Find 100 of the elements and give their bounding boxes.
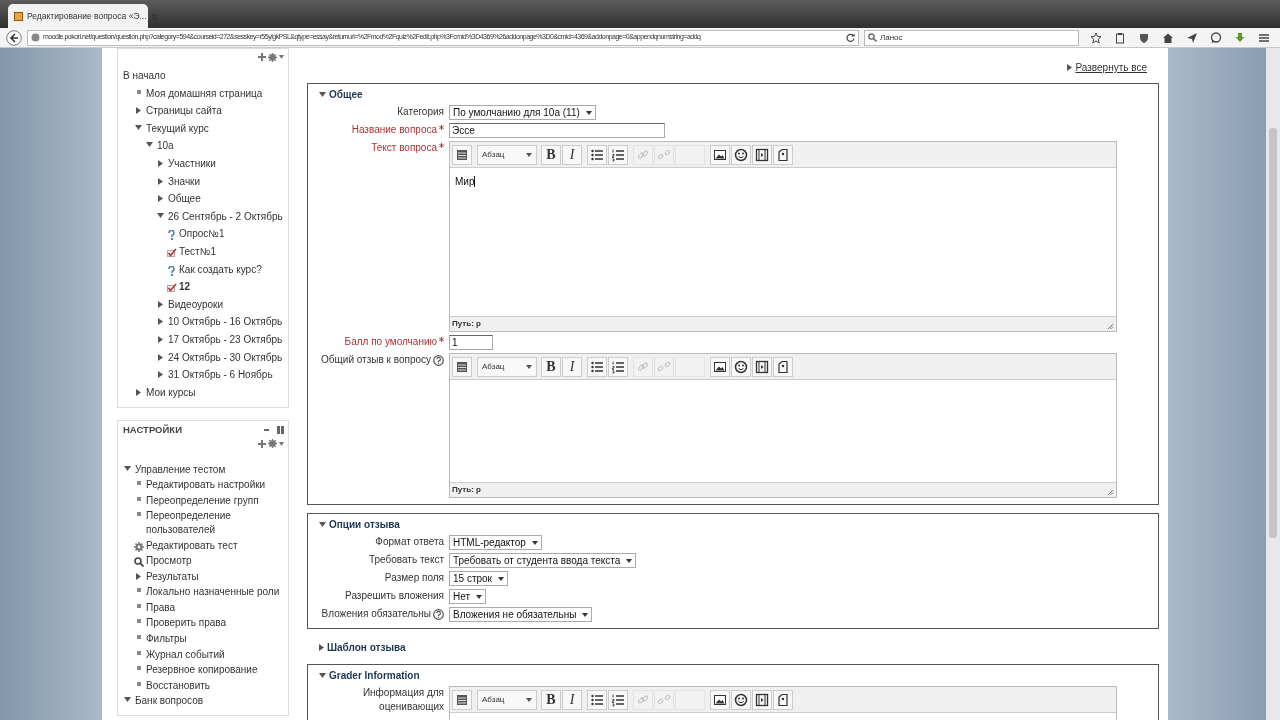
- smiley-button[interactable]: [731, 356, 751, 377]
- input-field[interactable]: Эссе: [449, 123, 665, 138]
- format-dropdown[interactable]: Абзац: [477, 144, 537, 165]
- reload-icon[interactable]: [846, 33, 855, 42]
- chat-icon[interactable]: [1210, 31, 1222, 44]
- tree-item[interactable]: Журнал событий: [146, 647, 225, 662]
- rich-text-editor[interactable]: Абзац B I Путь: p: [449, 353, 1117, 498]
- tree-item[interactable]: Просмотр: [146, 554, 192, 568]
- toolbar-toggle-button[interactable]: [452, 689, 472, 710]
- tree-item[interactable]: Редактировать настройки: [146, 478, 266, 492]
- input-field[interactable]: 1: [449, 335, 493, 350]
- dropdown[interactable]: По умолчанию для 10а (11): [449, 105, 596, 120]
- rich-text-editor[interactable]: Абзац B I: [449, 686, 1117, 720]
- collapsed-icon[interactable]: [158, 318, 163, 326]
- help-icon[interactable]: [433, 355, 444, 366]
- expanded-icon[interactable]: [319, 673, 326, 678]
- italic-button[interactable]: I: [562, 356, 582, 377]
- menu-icon[interactable]: [1258, 31, 1270, 44]
- move-icon[interactable]: [258, 439, 266, 448]
- tree-item[interactable]: Управление тестом: [135, 462, 226, 477]
- tree-item[interactable]: Моя домашняя страница: [146, 86, 263, 101]
- format-dropdown[interactable]: Абзац: [477, 356, 537, 377]
- resize-grip-icon[interactable]: [1107, 489, 1114, 496]
- tree-item[interactable]: 31 Октябрь - 6 Ноябрь: [168, 368, 273, 382]
- home-icon[interactable]: [1162, 31, 1174, 44]
- search-field[interactable]: Ланос: [864, 29, 1079, 46]
- tree-item[interactable]: Проверить права: [146, 616, 227, 631]
- toolbar-toggle-button[interactable]: [452, 356, 472, 377]
- tree-item[interactable]: Права: [146, 600, 176, 615]
- scrollbar[interactable]: [1266, 48, 1280, 720]
- media-button[interactable]: [752, 689, 772, 710]
- collapsed-icon[interactable]: [158, 159, 163, 167]
- tree-item[interactable]: Как создать курс?: [179, 262, 262, 277]
- collapsed-icon[interactable]: [158, 371, 163, 379]
- help-icon[interactable]: [433, 609, 444, 620]
- expanded-icon[interactable]: [124, 465, 131, 471]
- image-button[interactable]: [710, 144, 730, 165]
- numbered-list-button[interactable]: [608, 689, 628, 710]
- back-icon[interactable]: [6, 29, 22, 46]
- tree-item[interactable]: Значки: [168, 174, 201, 189]
- collapsed-icon[interactable]: [136, 388, 141, 396]
- tree-item[interactable]: 10 Октябрь - 16 Октябрь: [168, 315, 283, 329]
- collapsed-icon[interactable]: [158, 300, 163, 308]
- numbered-list-button[interactable]: [608, 144, 628, 165]
- image-button[interactable]: [710, 356, 730, 377]
- tree-item[interactable]: Тест№1: [179, 244, 216, 259]
- media-button[interactable]: [752, 144, 772, 165]
- bold-button[interactable]: B: [541, 356, 561, 377]
- dropdown[interactable]: 15 строк: [449, 571, 508, 586]
- tree-item[interactable]: Банк вопросов: [135, 694, 204, 709]
- expanded-icon[interactable]: [319, 92, 326, 97]
- tree-item[interactable]: Редактировать тест: [146, 538, 238, 553]
- file-button[interactable]: [773, 144, 793, 165]
- nav-heading[interactable]: В начало: [123, 69, 166, 83]
- dropdown[interactable]: HTML-редактор: [449, 535, 542, 550]
- star-icon[interactable]: [1090, 31, 1102, 44]
- tree-item[interactable]: 10а: [157, 139, 174, 153]
- dock-icon[interactable]: [277, 426, 284, 435]
- smiley-button[interactable]: [731, 689, 751, 710]
- bullet-list-button[interactable]: [587, 144, 607, 165]
- minimize-icon[interactable]: [264, 428, 269, 432]
- italic-button[interactable]: I: [562, 144, 582, 165]
- collapsed-icon[interactable]: [136, 572, 141, 580]
- collapsed-icon[interactable]: [158, 335, 163, 343]
- file-button[interactable]: [773, 689, 793, 710]
- collapsed-icon[interactable]: [158, 177, 163, 185]
- tree-item[interactable]: Текущий курс: [146, 121, 209, 136]
- rich-text-editor[interactable]: Абзац B I Мир Путь: p: [449, 141, 1117, 332]
- tree-item[interactable]: Мои курсы: [146, 385, 196, 400]
- bold-button[interactable]: B: [541, 689, 561, 710]
- italic-button[interactable]: I: [562, 689, 582, 710]
- collapsed-icon[interactable]: [158, 195, 163, 203]
- tree-item[interactable]: Страницы сайта: [146, 104, 222, 118]
- move-icon[interactable]: [258, 53, 266, 61]
- numbered-list-button[interactable]: [608, 356, 628, 377]
- image-button[interactable]: [710, 689, 730, 710]
- toolbar-toggle-button[interactable]: [452, 144, 472, 165]
- caret-icon[interactable]: [279, 55, 284, 59]
- file-button[interactable]: [773, 356, 793, 377]
- tree-item[interactable]: 24 Октябрь - 30 Октябрь: [168, 350, 283, 365]
- download-icon[interactable]: [1234, 31, 1246, 44]
- tree-item[interactable]: Опрос№1: [179, 227, 225, 241]
- tree-item[interactable]: Восстановить: [146, 678, 211, 693]
- expand-all-link[interactable]: Развернуть все: [1067, 60, 1147, 75]
- dropdown[interactable]: Вложения не обязательны: [449, 607, 593, 622]
- tree-item[interactable]: Видеоуроки: [168, 297, 224, 312]
- bullet-list-button[interactable]: [587, 689, 607, 710]
- tree-item[interactable]: Резервное копирование: [146, 663, 258, 677]
- format-dropdown[interactable]: Абзац: [477, 689, 537, 710]
- tree-item[interactable]: Участники: [168, 156, 216, 171]
- tree-item[interactable]: 12: [179, 280, 191, 294]
- gear-icon[interactable]: [268, 439, 277, 449]
- send-icon[interactable]: [1186, 31, 1198, 44]
- section-heading[interactable]: Общее: [329, 87, 363, 102]
- tree-item[interactable]: Локально назначенные роли: [146, 585, 280, 599]
- bullet-list-button[interactable]: [587, 356, 607, 377]
- media-button[interactable]: [752, 356, 772, 377]
- dropdown[interactable]: Нет: [449, 589, 487, 604]
- tree-item[interactable]: 26 Сентябрь - 2 Октябрь: [168, 209, 283, 224]
- clipboard-icon[interactable]: [1114, 31, 1126, 44]
